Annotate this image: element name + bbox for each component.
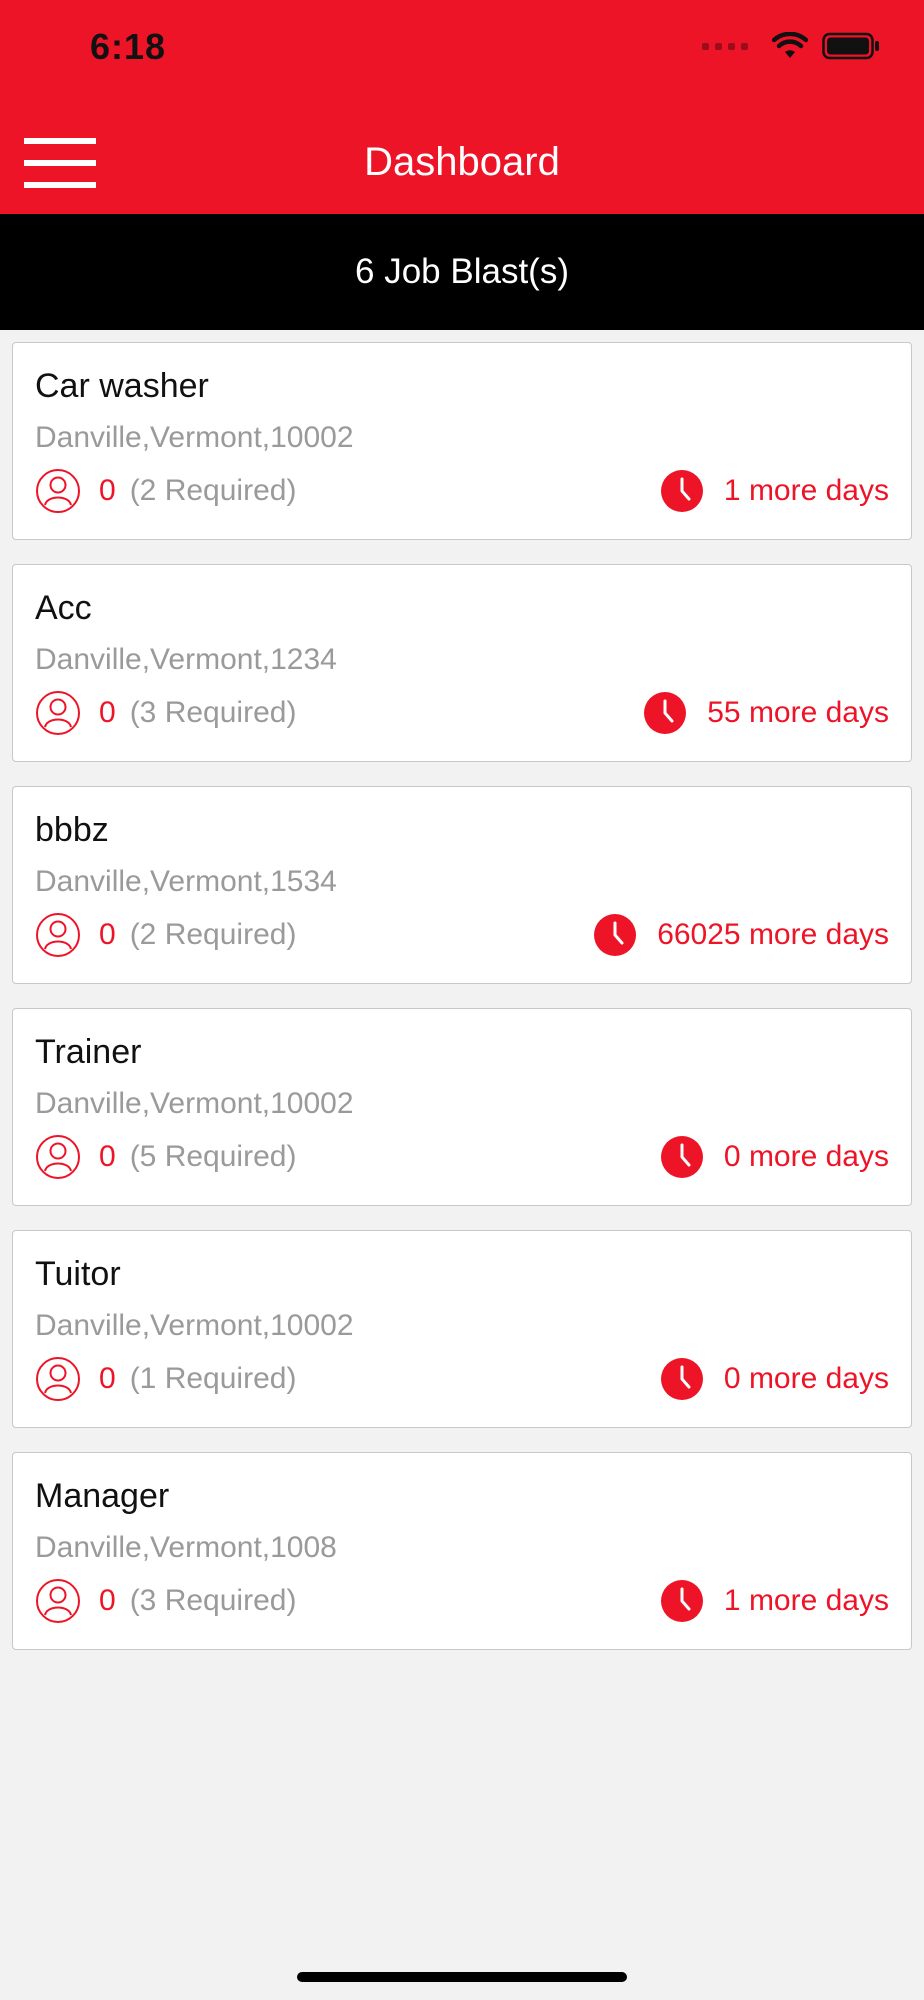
job-location: Danville,Vermont,1008: [35, 1531, 337, 1564]
deadline-info: 1 more days: [660, 469, 889, 513]
deadline-info: 1 more days: [660, 1579, 889, 1623]
days-remaining: 1 more days: [723, 474, 889, 507]
home-indicator[interactable]: [297, 1972, 627, 1982]
days-remaining: 0 more days: [723, 1140, 889, 1173]
clock-icon: [660, 470, 703, 512]
applicant-info: 0 (1 Required): [35, 1356, 296, 1402]
days-remaining: 1 more days: [723, 1584, 889, 1617]
job-footer: 0 (3 Required) 55 more days: [35, 689, 889, 737]
job-card[interactable]: Manager Danville,Vermont,1008 0 (3 Requi…: [12, 1452, 912, 1650]
deadline-info: 55 more days: [643, 691, 889, 735]
applied-count: 0: [99, 696, 116, 729]
applied-count: 0: [99, 1140, 116, 1173]
job-location: Danville,Vermont,10002: [35, 1309, 354, 1342]
job-location: Danville,Vermont,1534: [35, 865, 337, 898]
job-card[interactable]: Tuitor Danville,Vermont,10002 0 (1 Requi…: [12, 1230, 912, 1428]
applicant-info: 0 (3 Required): [35, 1578, 296, 1624]
job-footer: 0 (5 Required) 0 more days: [35, 1133, 889, 1181]
required-count: (2 Required): [129, 474, 297, 507]
job-blast-count: 6 Job Blast(s): [355, 252, 569, 291]
job-title: Tuitor: [35, 1255, 121, 1293]
person-icon: [36, 1357, 80, 1401]
clock-icon: [660, 1580, 703, 1622]
applicant-info: 0 (3 Required): [35, 690, 296, 736]
status-icons: [702, 32, 880, 60]
clock-icon: [660, 1136, 703, 1178]
required-count: (3 Required): [129, 696, 297, 729]
job-footer: 0 (2 Required) 66025 more days: [35, 911, 889, 959]
job-title: Acc: [35, 589, 92, 627]
required-count: (5 Required): [129, 1140, 297, 1173]
wifi-icon: [772, 32, 808, 58]
job-title: Manager: [35, 1477, 170, 1515]
status-bar: 6:18: [0, 0, 924, 100]
job-title: bbbz: [35, 811, 109, 849]
days-remaining: 0 more days: [723, 1362, 889, 1395]
job-location: Danville,Vermont,10002: [35, 421, 354, 454]
job-footer: 0 (1 Required) 0 more days: [35, 1355, 889, 1403]
applied-count: 0: [99, 918, 116, 951]
days-remaining: 55 more days: [707, 696, 889, 729]
applicant-info: 0 (2 Required): [35, 912, 296, 958]
job-title: Trainer: [35, 1033, 142, 1071]
person-icon: [36, 1579, 80, 1623]
deadline-info: 0 more days: [660, 1135, 889, 1179]
applicant-info: 0 (5 Required): [35, 1134, 296, 1180]
applied-count: 0: [99, 1584, 116, 1617]
required-count: (1 Required): [129, 1362, 297, 1395]
clock-icon: [644, 692, 687, 734]
clock-icon: [594, 914, 637, 956]
applied-count: 0: [99, 1362, 116, 1395]
job-card[interactable]: bbbz Danville,Vermont,1534 0 (2 Required…: [12, 786, 912, 984]
clock-icon: [660, 1358, 703, 1400]
status-time: 6:18: [90, 26, 167, 67]
job-list: Car washer Danville,Vermont,10002 0 (2 R…: [12, 342, 912, 1674]
deadline-info: 66025 more days: [593, 913, 889, 957]
page-title: Dashboard: [364, 140, 560, 184]
navigation-bar: Dashboard: [0, 100, 924, 214]
battery-icon: [822, 32, 879, 60]
job-location: Danville,Vermont,10002: [35, 1087, 354, 1120]
person-icon: [36, 469, 80, 513]
applicant-info: 0 (2 Required): [35, 468, 296, 514]
person-icon: [36, 913, 80, 957]
job-location: Danville,Vermont,1234: [35, 643, 337, 676]
job-card[interactable]: Car washer Danville,Vermont,10002 0 (2 R…: [12, 342, 912, 540]
job-card[interactable]: Acc Danville,Vermont,1234 0 (3 Required)…: [12, 564, 912, 762]
job-title: Car washer: [35, 367, 209, 405]
job-footer: 0 (2 Required) 1 more days: [35, 467, 889, 515]
job-footer: 0 (3 Required) 1 more days: [35, 1577, 889, 1625]
required-count: (2 Required): [129, 918, 297, 951]
applied-count: 0: [99, 474, 116, 507]
days-remaining: 66025 more days: [657, 918, 889, 951]
job-card[interactable]: Trainer Danville,Vermont,10002 0 (5 Requ…: [12, 1008, 912, 1206]
job-blast-count-banner: 6 Job Blast(s): [0, 214, 924, 330]
person-icon: [36, 1135, 80, 1179]
required-count: (3 Required): [129, 1584, 297, 1617]
person-icon: [36, 691, 80, 735]
cellular-signal-icon: [702, 42, 748, 50]
deadline-info: 0 more days: [660, 1357, 889, 1401]
